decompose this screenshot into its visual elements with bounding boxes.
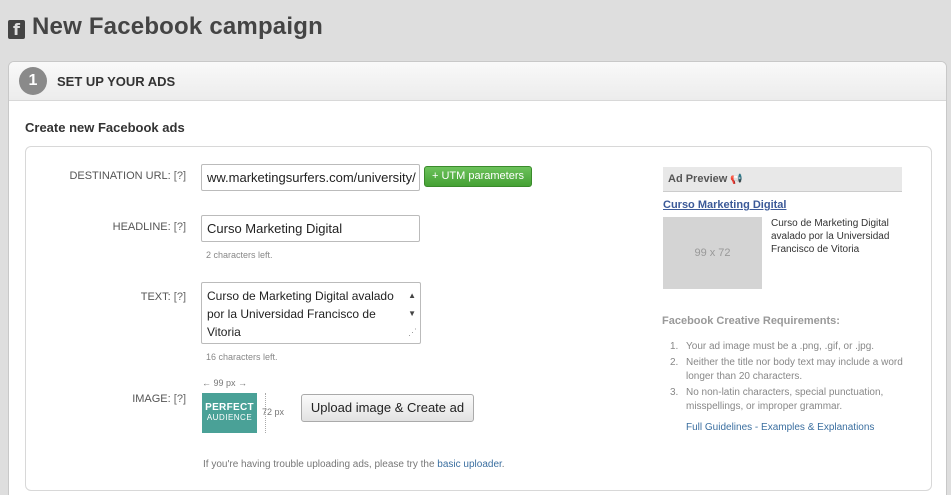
list-item: 1. Your ad image must be a .png, .gif, or… [670,341,875,352]
ad-form-panel: DESTINATION URL: [?] ww.marketingsurfers… [25,146,932,491]
step-bar: 1 SET UP YOUR ADS [9,62,946,101]
step-number: 1 [19,67,47,95]
full-guidelines-link[interactable]: Full Guidelines - Examples & Explanation… [686,422,874,433]
ad-preview-header: Ad Preview 📢 [663,167,902,192]
text-hint: 16 characters left. [206,352,278,362]
headline-help-link[interactable]: [?] [174,221,186,233]
text-textarea-value: Curso de Marketing Digital avalado por l… [207,289,394,339]
resize-grip-icon[interactable]: ⋰ [408,323,417,341]
page-header: f New Facebook campaign [8,12,323,42]
section-title: Create new Facebook ads [25,120,185,135]
image-width-indicator: ← 99 px → [202,378,248,388]
trouble-uploading-note: If you're having trouble uploading ads, … [203,459,505,470]
image-height-indicator: 72 px [262,407,285,417]
text-label: TEXT: [?] [140,291,186,303]
utm-parameters-button[interactable]: + UTM parameters [424,166,532,187]
destination-url-input[interactable]: ww.marketingsurfers.com/university/ [201,164,420,191]
headline-input[interactable]: Curso Marketing Digital [201,215,420,242]
basic-uploader-link[interactable]: basic uploader [437,459,502,470]
requirements-title: Facebook Creative Requirements: [662,315,840,327]
text-help-link[interactable]: [?] [174,291,186,303]
thumb-line2: AUDIENCE [206,413,253,422]
destination-help-link[interactable]: [?] [174,170,186,182]
list-item: 3. No non-latin characters, special punct… [670,387,884,412]
thumb-line1: PERFECT [205,402,254,413]
headline-hint: 2 characters left. [206,250,273,260]
facebook-icon: f [8,19,25,39]
upload-image-button[interactable]: Upload image & Create ad [301,394,474,422]
scroll-down-icon[interactable]: ▼ [408,305,416,323]
scroll-up-icon[interactable]: ▲ [408,287,416,305]
ad-preview-title[interactable]: Curso Marketing Digital [663,199,786,211]
ad-preview-image: 99 x 72 [663,217,762,289]
ad-preview-body: Curso de Marketing Digital avalado por l… [771,218,890,255]
campaign-card: 1 SET UP YOUR ADS Create new Facebook ad… [8,61,947,495]
image-thumbnail: PERFECT AUDIENCE [202,393,257,433]
image-help-link[interactable]: [?] [174,393,186,405]
headline-label: HEADLINE: [?] [112,221,186,233]
requirements-list: 1. Your ad image must be a .png, .gif, or… [670,340,915,416]
list-item: 2. Neither the title nor body text may in… [670,357,903,382]
destination-url-label: DESTINATION URL: [?] [69,170,186,182]
megaphone-icon: 📢 [730,174,743,185]
text-textarea[interactable]: Curso de Marketing Digital avalado por l… [201,282,421,344]
image-label: IMAGE: [?] [132,393,186,405]
step-title: SET UP YOUR ADS [57,73,176,89]
page-title: New Facebook campaign [32,13,323,40]
